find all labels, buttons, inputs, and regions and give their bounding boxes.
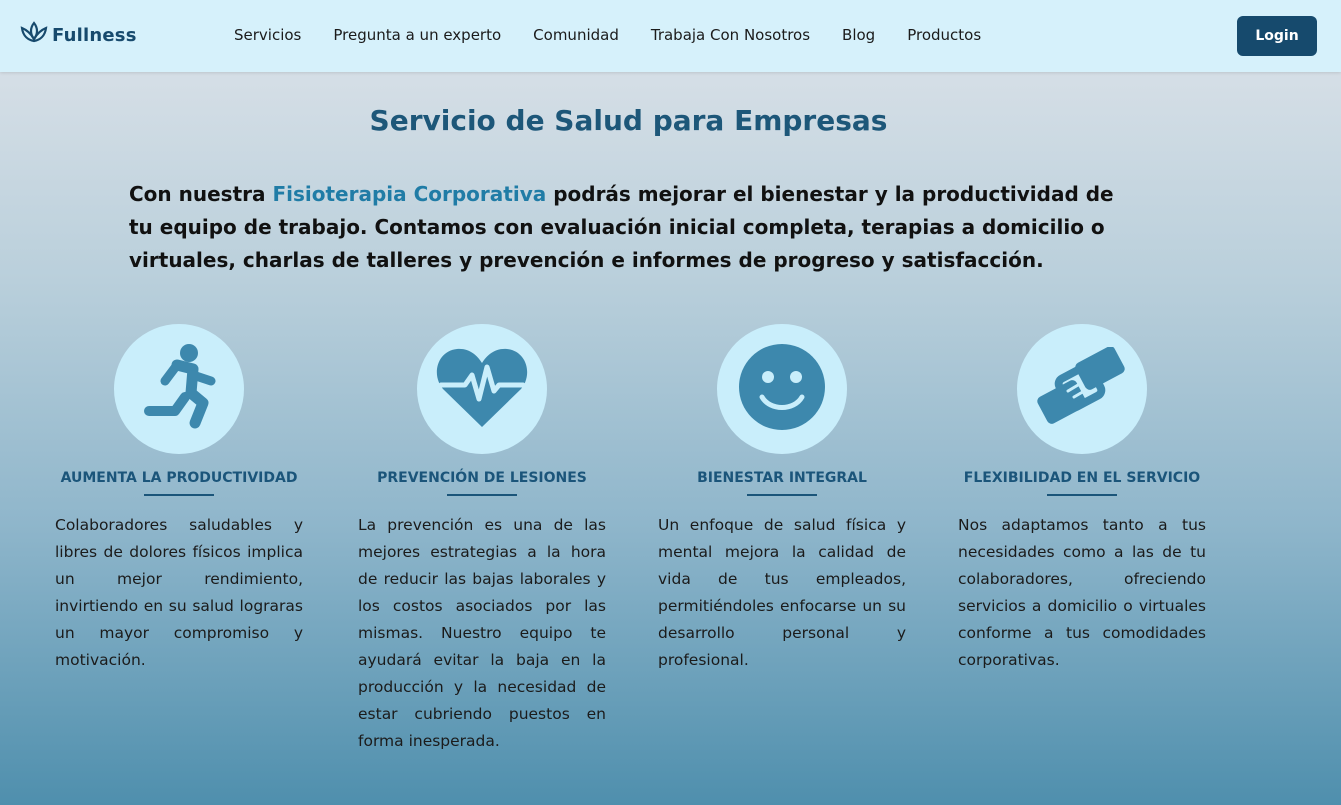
running-person-icon xyxy=(139,341,219,437)
page-title: Servicio de Salud para Empresas xyxy=(369,104,888,137)
feature-title: AUMENTA LA PRODUCTIVIDAD xyxy=(60,470,298,486)
main-nav: Servicios Pregunta a un experto Comunida… xyxy=(234,26,981,44)
feature-description: Nos adaptamos tanto a tus necesidades co… xyxy=(958,516,1206,669)
title-underline xyxy=(747,494,817,496)
title-underline xyxy=(447,494,517,496)
login-button[interactable]: Login xyxy=(1237,16,1317,56)
intro-text-start: Con nuestra xyxy=(129,182,273,206)
feature-description: Un enfoque de salud física y mental mejo… xyxy=(658,516,906,669)
nav-item-blog[interactable]: Blog xyxy=(842,26,875,44)
feature-prevencion: PREVENCIÓN DE LESIONES La prevención es … xyxy=(351,324,613,755)
feature-title: FLEXIBILIDAD EN EL SERVICIO xyxy=(963,470,1201,486)
nav-item-comunidad[interactable]: Comunidad xyxy=(533,26,619,44)
feature-icon-circle xyxy=(1017,324,1147,454)
feature-productividad: AUMENTA LA PRODUCTIVIDAD Colaboradores s… xyxy=(48,324,310,674)
heart-pulse-icon xyxy=(435,345,529,433)
feature-icon-circle xyxy=(114,324,244,454)
lotus-icon xyxy=(20,20,48,50)
nav-item-pregunta-experto[interactable]: Pregunta a un experto xyxy=(333,26,501,44)
intro-paragraph: Con nuestra Fisioterapia Corporativa pod… xyxy=(129,178,1139,277)
brand-name: Fullness xyxy=(52,24,137,46)
feature-title: BIENESTAR INTEGRAL xyxy=(697,470,867,486)
feature-icon-circle xyxy=(417,324,547,454)
handshake-icon xyxy=(1034,346,1130,431)
smiley-face-icon xyxy=(738,343,826,435)
top-navigation-bar: Fullness Servicios Pregunta a un experto… xyxy=(0,0,1341,72)
nav-item-servicios[interactable]: Servicios xyxy=(234,26,301,44)
intro-highlight: Fisioterapia Corporativa xyxy=(272,182,547,206)
feature-bienestar: BIENESTAR INTEGRAL Un enfoque de salud f… xyxy=(651,324,913,674)
feature-flexibilidad: FLEXIBILIDAD EN EL SERVICIO Nos adaptamo… xyxy=(951,324,1213,674)
feature-description: Colaboradores saludables y libres de dol… xyxy=(55,516,303,669)
title-underline xyxy=(144,494,214,496)
title-underline xyxy=(1047,494,1117,496)
feature-title: PREVENCIÓN DE LESIONES xyxy=(377,470,587,486)
feature-description: La prevención es una de las mejores estr… xyxy=(358,516,606,750)
nav-item-productos[interactable]: Productos xyxy=(907,26,981,44)
brand-logo[interactable]: Fullness xyxy=(20,20,137,50)
feature-icon-circle xyxy=(717,324,847,454)
nav-item-trabaja-con-nosotros[interactable]: Trabaja Con Nosotros xyxy=(651,26,810,44)
